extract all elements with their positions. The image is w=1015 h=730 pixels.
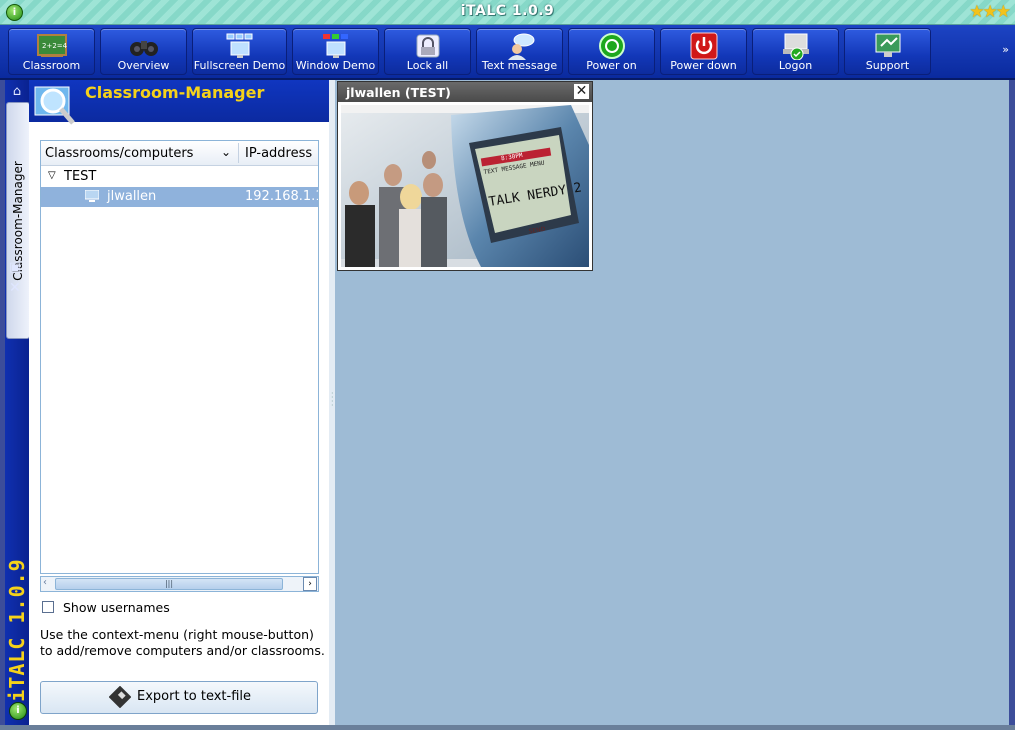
- text-message-button[interactable]: Text message: [476, 28, 563, 75]
- classroom-tree[interactable]: Classrooms/computers ⌄ IP-address ▽ TEST…: [40, 140, 319, 574]
- lock-all-button[interactable]: Lock all: [384, 28, 471, 75]
- splitter-grip-icon[interactable]: · · · ·: [331, 390, 334, 410]
- client-screen-preview[interactable]: 8:30PM TEXT MESSAGE MENU TALK NERDY 2 ME…: [341, 105, 589, 267]
- fullscreen-demo-label: Fullscreen Demo: [193, 59, 286, 72]
- help-text: Use the context-menu (right mouse-button…: [40, 627, 325, 658]
- overview-button[interactable]: Overview: [100, 28, 187, 75]
- home-icon[interactable]: ⌂: [9, 84, 25, 99]
- power-on-button[interactable]: Power on: [568, 28, 655, 75]
- toolbar-overflow-icon[interactable]: »: [1002, 43, 1009, 56]
- lock-all-label: Lock all: [406, 59, 449, 72]
- classroom-manager-panel: Classroom-Manager Classrooms/computers ⌄…: [29, 80, 329, 725]
- side-brand: iTALC 1.0.9: [5, 558, 29, 701]
- expand-triangle-icon[interactable]: ▽: [48, 170, 56, 181]
- side-tab-bar: ⌂ Classroom-Manager ▣ ✕ iTALC 1.0.9 i: [5, 80, 30, 725]
- main-toolbar: 2+2=4 Classroom Overview Fullscreen Demo…: [0, 25, 1015, 80]
- window-title: iTALC 1.0.9: [460, 3, 555, 19]
- fullscreen-demo-icon: [193, 32, 286, 60]
- text-message-label: Text message: [481, 59, 558, 72]
- tab-classroom-manager[interactable]: Classroom-Manager: [6, 102, 30, 339]
- support-button[interactable]: Support: [844, 28, 931, 75]
- window-demo-label: Window Demo: [295, 59, 376, 72]
- logon-label: Logon: [778, 59, 813, 72]
- export-label: Export to text-file: [137, 689, 252, 704]
- chevron-down-icon[interactable]: ⌄: [221, 145, 231, 159]
- magnifier-icon: [33, 83, 77, 127]
- panel-title: Classroom-Manager: [85, 83, 265, 102]
- lock-icon: [385, 32, 470, 60]
- logon-icon: [753, 32, 838, 60]
- support-icon: [845, 32, 930, 60]
- computer-name: jlwallen: [107, 189, 157, 204]
- client-window-title: jlwallen (TEST): [346, 85, 451, 100]
- speech-bubble-icon: [477, 32, 562, 60]
- power-down-icon: [661, 32, 746, 60]
- window-right-border: [1009, 80, 1015, 730]
- tree-row-classroom[interactable]: ▽ TEST: [41, 167, 318, 187]
- tree-horizontal-scrollbar[interactable]: ‹ ||| ›: [40, 576, 319, 592]
- tree-row-computer[interactable]: jlwallen 192.168.1.1: [41, 187, 318, 207]
- client-window[interactable]: jlwallen (TEST) ✕ 8:30PM TEXT MESSAGE ME…: [337, 81, 593, 271]
- logon-button[interactable]: Logon: [752, 28, 839, 75]
- computer-icon: [84, 189, 100, 202]
- snapshot-tab-icon[interactable]: ▣: [9, 260, 21, 275]
- panel-header: Classroom-Manager: [29, 80, 329, 125]
- close-icon[interactable]: ✕: [574, 84, 589, 99]
- fullscreen-demo-button[interactable]: Fullscreen Demo: [192, 28, 287, 75]
- power-on-icon: [569, 32, 654, 60]
- power-down-label: Power down: [670, 59, 737, 72]
- floppy-disk-icon: [108, 685, 132, 709]
- title-bar[interactable]: i iTALC 1.0.9 ★★★: [0, 0, 1015, 25]
- window-bottom-border: [0, 725, 1015, 730]
- computer-ip: 192.168.1.1: [245, 189, 318, 204]
- overview-label: Overview: [117, 59, 170, 72]
- show-usernames-label: Show usernames: [63, 600, 170, 615]
- client-window-titlebar[interactable]: jlwallen (TEST) ✕: [338, 82, 592, 102]
- chalkboard-icon: 2+2=4: [9, 32, 94, 60]
- svg-text:2+2=4: 2+2=4: [42, 42, 67, 50]
- power-down-button[interactable]: Power down: [660, 28, 747, 75]
- tools-tab-icon[interactable]: ✕: [9, 280, 21, 296]
- binoculars-icon: [101, 32, 186, 60]
- show-usernames-checkbox[interactable]: [42, 601, 54, 613]
- classroom-name: TEST: [64, 169, 97, 184]
- classroom-label: Classroom: [22, 59, 81, 72]
- classroom-button[interactable]: 2+2=4 Classroom: [8, 28, 95, 75]
- window-demo-icon: [293, 32, 378, 60]
- tree-header: Classrooms/computers ⌄ IP-address: [41, 141, 318, 166]
- window-controls-stars-icon[interactable]: ★★★: [969, 2, 1011, 22]
- column-header-classrooms[interactable]: Classrooms/computers: [45, 146, 193, 161]
- scroll-right-icon[interactable]: ›: [303, 577, 317, 591]
- side-brand-label: iTALC 1.0.9: [5, 558, 29, 702]
- column-header-ip[interactable]: IP-address: [245, 146, 312, 161]
- export-to-text-file-button[interactable]: Export to text-file: [40, 681, 318, 714]
- power-on-label: Power on: [586, 59, 637, 72]
- window-demo-button[interactable]: Window Demo: [292, 28, 379, 75]
- italc-logo-icon: i: [9, 702, 27, 720]
- scroll-thumb[interactable]: |||: [55, 578, 283, 590]
- scroll-left-icon[interactable]: ‹: [43, 577, 47, 588]
- client-workspace[interactable]: jlwallen (TEST) ✕ 8:30PM TEXT MESSAGE ME…: [335, 80, 1009, 725]
- column-divider[interactable]: [238, 143, 239, 163]
- support-label: Support: [865, 59, 910, 72]
